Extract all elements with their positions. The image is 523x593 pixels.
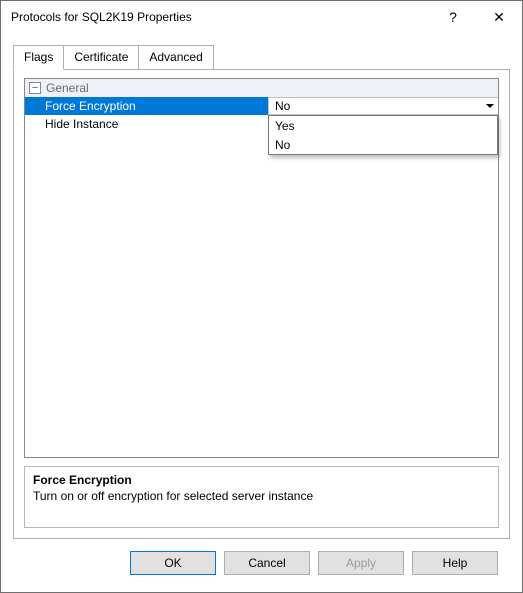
property-grid[interactable]: − General Force Encryption No Hide Insta… — [24, 78, 499, 458]
help-button[interactable]: ? — [430, 1, 476, 33]
tab-flags[interactable]: Flags — [13, 45, 64, 70]
ok-button[interactable]: OK — [130, 551, 216, 575]
help-icon: ? — [449, 9, 457, 25]
close-button[interactable]: ✕ — [476, 1, 522, 33]
close-icon: ✕ — [493, 9, 505, 26]
category-label: General — [46, 81, 89, 95]
client-area: Flags Certificate Advanced − General For… — [1, 33, 522, 587]
dropdown-list: Yes No — [268, 115, 498, 155]
description-pane: Force Encryption Turn on or off encrypti… — [24, 466, 499, 528]
collapse-icon[interactable]: − — [29, 82, 41, 94]
dropdown-button[interactable] — [481, 98, 498, 114]
description-text: Turn on or off encryption for selected s… — [33, 489, 490, 503]
button-label: Help — [443, 556, 468, 570]
prop-name: Hide Instance — [25, 115, 268, 133]
help-button-bottom[interactable]: Help — [412, 551, 498, 575]
option-label: Yes — [275, 119, 295, 133]
description-title: Force Encryption — [33, 473, 490, 487]
title-bar: Protocols for SQL2K19 Properties ? ✕ — [1, 1, 522, 33]
option-label: No — [275, 138, 290, 152]
dropdown-option-yes[interactable]: Yes — [269, 116, 497, 135]
chevron-down-icon — [486, 104, 494, 108]
tab-certificate[interactable]: Certificate — [63, 45, 139, 70]
prop-name: Force Encryption — [25, 97, 268, 115]
tab-content-flags: − General Force Encryption No Hide Insta… — [13, 69, 510, 539]
apply-button: Apply — [318, 551, 404, 575]
button-label: OK — [164, 556, 181, 570]
window-title: Protocols for SQL2K19 Properties — [11, 10, 430, 24]
dropdown-option-no[interactable]: No — [269, 135, 497, 154]
tab-advanced[interactable]: Advanced — [138, 45, 213, 70]
button-label: Apply — [346, 556, 376, 570]
tab-label: Flags — [24, 50, 53, 64]
prop-value-text: No — [275, 99, 290, 113]
button-label: Cancel — [248, 556, 285, 570]
prop-row-force-encryption[interactable]: Force Encryption No — [25, 97, 498, 115]
tab-strip: Flags Certificate Advanced — [13, 45, 510, 70]
cancel-button[interactable]: Cancel — [224, 551, 310, 575]
category-general[interactable]: − General — [25, 79, 498, 97]
tab-label: Advanced — [149, 50, 202, 64]
tab-label: Certificate — [74, 50, 128, 64]
prop-value-force-encryption[interactable]: No — [268, 97, 498, 115]
button-row: OK Cancel Apply Help — [13, 539, 510, 575]
